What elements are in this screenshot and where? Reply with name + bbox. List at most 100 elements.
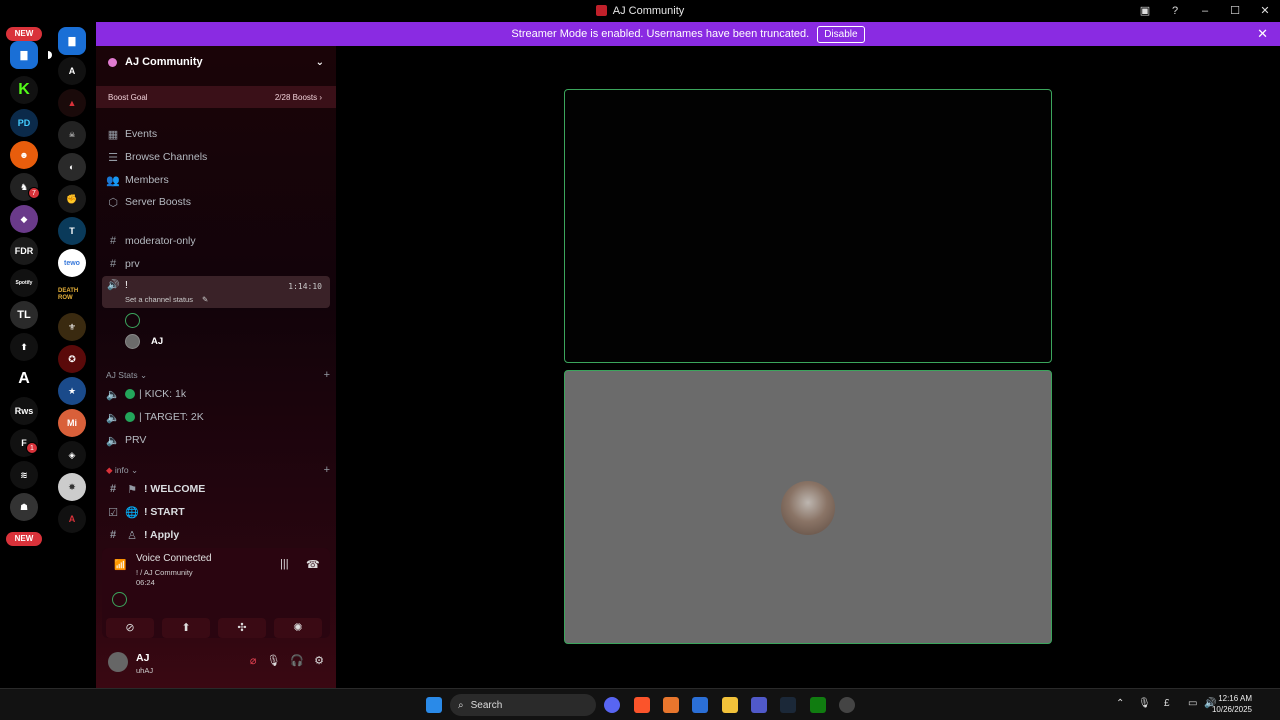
voice-target[interactable]: 🔈 | TARGET: 2K xyxy=(106,407,330,427)
tray-language-icon[interactable]: £ xyxy=(1164,698,1170,709)
muted-server-icon[interactable]: ◐ xyxy=(58,153,86,181)
video-tile-speaking[interactable] xyxy=(564,89,1052,363)
headphones-icon[interactable]: 🎧 xyxy=(290,654,304,667)
hash-icon: # xyxy=(109,258,117,270)
server-header[interactable]: AJ Community ⌄ xyxy=(96,46,336,78)
list-icon: ☰ xyxy=(108,151,118,164)
channel-prv[interactable]: # prv xyxy=(106,254,330,274)
settings-taskbar-icon[interactable] xyxy=(839,697,855,713)
avatar[interactable] xyxy=(108,652,128,672)
pin-server-icon[interactable]: ⬆ xyxy=(10,333,38,361)
voice-channel-path[interactable]: ! / AJ Community xyxy=(136,568,193,577)
maximize-button[interactable]: ☐ xyxy=(1220,4,1250,17)
noise-suppression-icon[interactable]: ||| xyxy=(280,558,289,570)
red-logo-server-icon[interactable]: A xyxy=(58,505,86,533)
teams-taskbar-icon[interactable] xyxy=(751,697,767,713)
folder-icon-2[interactable]: ▇ xyxy=(58,27,86,55)
voice-kick[interactable]: 🔈 | KICK: 1k xyxy=(106,384,330,404)
pencil-icon[interactable]: ✎ xyxy=(202,295,208,304)
menu-browse-channels[interactable]: ☰ Browse Channels xyxy=(106,147,330,167)
category-label: AJ Stats xyxy=(106,370,138,380)
tray-mic-icon[interactable]: 🎙 xyxy=(1138,698,1151,709)
tray-chevron-icon[interactable]: ⌃ xyxy=(1116,698,1124,709)
disconnect-icon[interactable]: ☎ xyxy=(306,558,320,571)
red-a-server-icon[interactable]: ▲ xyxy=(58,89,86,117)
kick-server-icon[interactable]: K xyxy=(10,76,38,104)
stripe-server-icon[interactable]: ≋ xyxy=(10,461,38,489)
username[interactable]: AJ xyxy=(136,652,149,664)
rws-server-icon[interactable]: Rws xyxy=(10,397,38,425)
chevron-down-icon[interactable]: ⌄ xyxy=(316,57,324,68)
inbox-icon[interactable]: ▣ xyxy=(1130,4,1160,17)
death-row-server-icon[interactable]: DEATH ROW xyxy=(58,281,86,309)
category-aj-stats[interactable]: AJ Stats ⌄ + xyxy=(106,368,330,382)
menu-members[interactable]: 👥 Members xyxy=(106,170,330,190)
channel-start[interactable]: ☑ 🌐 ! START xyxy=(106,502,330,522)
new-badge-top[interactable]: NEW xyxy=(6,27,42,41)
close-window-button[interactable]: ✕ xyxy=(1250,4,1280,17)
voice-member[interactable]: AJ xyxy=(125,332,163,350)
minimize-button[interactable]: – xyxy=(1190,5,1220,17)
voice-prv[interactable]: 🔈 PRV xyxy=(106,430,330,450)
channel-welcome[interactable]: # ⚑ ! WELCOME xyxy=(106,479,330,499)
add-channel-icon[interactable]: + xyxy=(324,464,330,476)
help-icon[interactable]: ? xyxy=(1160,5,1190,17)
folder-icon[interactable]: ▇ xyxy=(10,41,38,69)
a-logo-server-icon[interactable]: A xyxy=(10,365,38,393)
soundboard-button[interactable]: ✺ xyxy=(274,618,322,638)
channel-moderator-only[interactable]: # moderator-only xyxy=(106,231,330,251)
camera-off-button[interactable]: ⊘ xyxy=(106,618,154,638)
tray-network-icon[interactable]: ▭ xyxy=(1188,698,1197,709)
app-taskbar-icon[interactable] xyxy=(663,697,679,713)
seal-server-icon[interactable]: ✸ xyxy=(58,473,86,501)
screen-share-button[interactable]: ⬆ xyxy=(162,618,210,638)
fist-server-icon[interactable]: ✊ xyxy=(58,185,86,213)
camera-disabled-icon[interactable]: ⌀ xyxy=(250,654,257,667)
face-server-icon[interactable]: ☻ xyxy=(10,141,38,169)
voice-member[interactable] xyxy=(125,311,151,329)
t-server-icon[interactable]: T xyxy=(58,217,86,245)
gem-server-icon[interactable]: ◆ xyxy=(10,205,38,233)
discord-taskbar-icon[interactable] xyxy=(604,697,620,713)
a-server-icon[interactable]: A xyxy=(58,57,86,85)
taskbar-search[interactable]: ⌕ Search xyxy=(450,694,596,716)
channel-label: ! WELCOME xyxy=(144,483,206,495)
emblem-server-icon[interactable]: ✪ xyxy=(58,345,86,373)
file-explorer-taskbar-icon[interactable] xyxy=(722,697,738,713)
spotify-server-icon[interactable]: Spotify xyxy=(10,269,38,297)
crest-server-icon[interactable]: ⚜ xyxy=(58,313,86,341)
pd-server-icon[interactable]: PD xyxy=(10,109,38,137)
tewo-server-icon[interactable]: tewo xyxy=(58,249,86,277)
mi-server-icon[interactable]: Mi xyxy=(58,409,86,437)
tl-server-icon[interactable]: TL xyxy=(10,301,38,329)
menu-label: Members xyxy=(125,174,169,186)
category-info[interactable]: ◆ info ⌄ + xyxy=(106,463,330,477)
disable-streamer-mode-button[interactable]: Disable xyxy=(817,25,865,43)
active-voice-channel[interactable]: 🔊 ! Set a channel status ✎ 1:14:10 xyxy=(102,276,330,308)
clock-date: 10/26/2025 xyxy=(1211,705,1252,714)
add-channel-icon[interactable]: + xyxy=(324,369,330,381)
channel-apply[interactable]: # ♙ ! Apply xyxy=(106,525,330,545)
boost-goal-bar[interactable]: Boost Goal 2/28 Boosts › xyxy=(96,86,336,108)
close-banner-icon[interactable]: ✕ xyxy=(1257,26,1268,42)
menu-events[interactable]: ▦ Events xyxy=(106,124,330,144)
store-taskbar-icon[interactable] xyxy=(692,697,708,713)
signal-icon[interactable]: 📶 xyxy=(114,560,126,571)
xbox-taskbar-icon[interactable] xyxy=(810,697,826,713)
taskbar-clock[interactable]: 12:16 AM 10/26/2025 xyxy=(1212,693,1252,715)
channel-status[interactable]: Set a channel status xyxy=(125,295,193,304)
video-tile-user[interactable] xyxy=(564,370,1052,644)
menu-server-boosts[interactable]: ⬡ Server Boosts xyxy=(106,192,330,212)
settings-gear-icon[interactable]: ⚙ xyxy=(314,654,324,667)
mask-server-icon[interactable]: ◈ xyxy=(58,441,86,469)
new-badge-bottom[interactable]: NEW xyxy=(6,532,42,546)
skull-server-icon[interactable]: ☠ xyxy=(58,121,86,149)
start-icon[interactable] xyxy=(426,697,442,713)
steam-taskbar-icon[interactable] xyxy=(780,697,796,713)
group-server-icon[interactable]: ☗ xyxy=(10,493,38,521)
brave-taskbar-icon[interactable] xyxy=(634,697,650,713)
activities-button[interactable]: ✣ xyxy=(218,618,266,638)
fdr-server-icon[interactable]: FDR xyxy=(10,237,38,265)
star-server-icon[interactable]: ★ xyxy=(58,377,86,405)
microphone-icon[interactable]: 🎙 xyxy=(266,654,280,667)
